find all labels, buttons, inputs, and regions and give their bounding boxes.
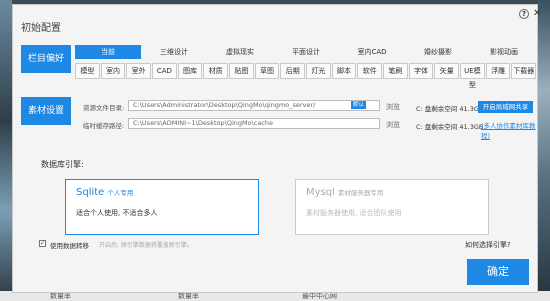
mysql-description: 素材服务器使用, 适合团队使用 — [306, 209, 402, 217]
material-dir-label: 资源文件目录: — [83, 104, 125, 112]
category-tab[interactable]: 后期 — [280, 63, 306, 79]
tab-film-animation[interactable]: 影视动画 — [471, 45, 537, 59]
category-tabs: 模型 室内 室外 CAD 图库 材质 贴图 草图 后期 灯光 脚本 软件 笔刷 … — [75, 63, 537, 89]
disk-free-text: C: 盘剩余空间 41.3GB — [416, 105, 484, 113]
tab-vr[interactable]: 虚拟现实 — [207, 45, 273, 59]
category-tab[interactable]: UE模型 — [460, 63, 485, 89]
sqlite-tag: 个人专用 — [107, 189, 134, 197]
dialog-title: 初始配置 — [21, 23, 61, 34]
ok-button[interactable]: 确定 — [467, 259, 529, 285]
default-tag: 默认 — [351, 101, 367, 109]
category-tab[interactable]: 矢量 — [434, 63, 460, 79]
section-preferences: 栏目偏好 — [21, 45, 71, 73]
lan-share-button[interactable]: 开启局域网共享 — [478, 101, 533, 113]
category-tab[interactable]: 室内 — [100, 63, 126, 79]
disk-free-text: C: 盘剩余空间 41.3GB — [416, 123, 484, 131]
migrate-label: 使用数据转移 — [50, 242, 89, 250]
sqlite-description: 适合个人使用, 不适合多人 — [76, 209, 158, 217]
browse-cache-button[interactable]: 浏览 — [386, 120, 400, 130]
tab-wedding-photo[interactable]: 婚纱摄影 — [405, 45, 471, 59]
migrate-hint: 开启后, 原引擎数据将覆盖新引擎。 — [99, 242, 193, 249]
cache-dir-label: 临时缓存路径: — [83, 122, 125, 130]
collab-tutorial-link[interactable]: (多人协作素材库教程) — [481, 120, 537, 140]
tab-graphic-design[interactable]: 平面设计 — [273, 45, 339, 59]
how-choose-link[interactable]: 如何选择引擎? — [465, 240, 511, 250]
section-materials: 素材设置 — [21, 97, 71, 125]
migrate-checkbox[interactable]: ✓ — [39, 240, 46, 247]
close-icon[interactable]: ✕ — [533, 8, 541, 19]
category-tab[interactable]: 材质 — [203, 63, 229, 79]
category-tab[interactable]: 字体 — [408, 63, 434, 79]
help-icon[interactable]: ? — [519, 9, 529, 19]
mysql-option[interactable]: Mysql 素材服务器专用 素材服务器使用, 适合团队使用 — [295, 179, 489, 235]
material-dir-field[interactable]: C:\Users\Administrator\Desktop\QingMo\qi… — [128, 100, 380, 111]
category-tab[interactable]: 下载器 — [511, 63, 537, 79]
category-tab[interactable]: 灯光 — [306, 63, 331, 79]
background-left — [0, 0, 12, 301]
category-tab[interactable]: 草图 — [254, 63, 280, 79]
category-tab[interactable]: 图库 — [177, 63, 203, 79]
background-right — [538, 0, 550, 301]
db-engine-heading: 数据库引擎: — [41, 160, 84, 169]
category-tab[interactable]: 笔刷 — [383, 63, 408, 79]
category-tab[interactable]: 模型 — [75, 63, 100, 79]
category-tab[interactable]: CAD — [152, 63, 177, 79]
cache-dir-field[interactable]: C:\Users\ADMINI~1\Desktop\QingMo\cache — [128, 118, 380, 129]
category-tab[interactable]: 浮雕 — [485, 63, 511, 79]
category-tab[interactable]: 贴图 — [229, 63, 254, 79]
category-tab[interactable]: 室外 — [126, 63, 152, 79]
initial-config-dialog: 初始配置 ? ✕ 栏目偏好 当前 三维设计 虚拟现实 平面设计 室内CAD 婚纱… — [12, 4, 541, 293]
tab-interior-cad[interactable]: 室内CAD — [339, 45, 405, 59]
mysql-title: Mysql — [306, 187, 335, 198]
tab-current[interactable]: 当前 — [75, 45, 141, 59]
browse-material-button[interactable]: 浏览 — [386, 102, 400, 112]
sqlite-title: Sqlite — [76, 187, 105, 198]
category-tab[interactable]: 脚本 — [331, 63, 357, 79]
tab-3d-design[interactable]: 三维设计 — [141, 45, 207, 59]
mysql-tag: 素材服务器专用 — [337, 189, 384, 197]
sqlite-option[interactable]: Sqlite 个人专用 适合个人使用, 不适合多人 — [65, 179, 259, 235]
main-tabs: 当前 三维设计 虚拟现实 平面设计 室内CAD 婚纱摄影 影视动画 — [75, 45, 537, 59]
category-tab[interactable]: 软件 — [357, 63, 383, 79]
